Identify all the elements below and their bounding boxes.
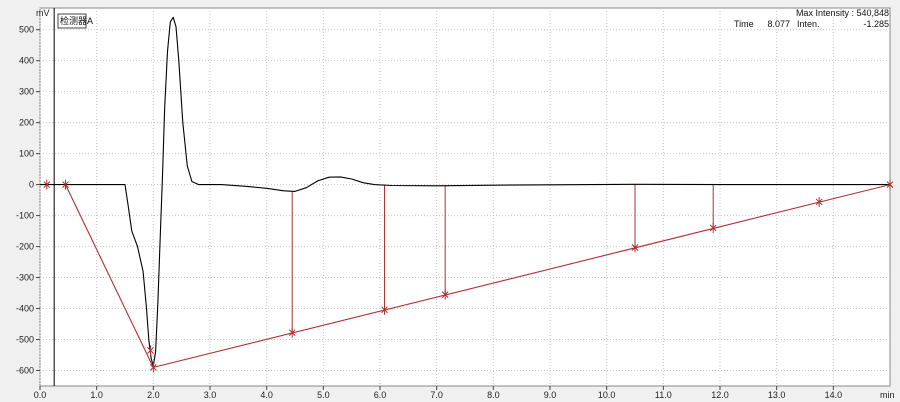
x-tick-label: 6.0 [374,390,387,400]
chromatogram-chart: 500 400 300 200 100 0 -100 -200 -300 -400 -500 -600… [16,7,895,400]
max-intensity-label: Max Intensity : 540,848 [796,8,889,18]
y-tick-label: 300 [19,87,34,97]
time-value: 8.077 [767,19,790,29]
y-tick-label: -500 [16,335,34,345]
inten-label: Inten. [797,19,820,29]
y-tick-label: -300 [16,273,34,283]
x-tick-label: 10.0 [598,390,616,400]
x-tick-label: 9.0 [544,390,557,400]
x-tick-label: 8.0 [487,390,500,400]
x-tick-label: 2.0 [147,390,160,400]
x-axis-unit: min [880,390,895,400]
x-tick-label: 3.0 [204,390,217,400]
y-tick-label: 400 [19,56,34,66]
y-axis-unit: mV [36,8,50,18]
x-tick-label: 12.0 [711,390,729,400]
detector-label: 检测器A [60,15,93,26]
y-tick-label: 500 [19,25,34,35]
plot-background [39,7,891,387]
x-tick-label: 1.0 [90,390,103,400]
x-tick-label: 11.0 [655,390,672,400]
y-tick-label: -600 [16,366,34,376]
time-label: Time [734,19,754,29]
x-tick-label: 14.0 [825,390,843,400]
y-tick-label: -200 [16,242,34,252]
inten-value: -1.285 [863,19,889,29]
x-tick-label: 4.0 [260,390,273,400]
y-tick-label: 200 [19,118,34,128]
y-axis-ticks: 500 400 300 200 100 0 -100 -200 -300 -400 -500 -600 [16,25,40,376]
y-tick-label: 100 [19,149,34,159]
x-tick-label: 7.0 [430,390,443,400]
x-tick-label: 13.0 [768,390,786,400]
x-tick-label: 5.0 [317,390,330,400]
x-tick-label: 0.0 [34,390,47,400]
y-tick-label: -100 [16,211,34,221]
x-axis-ticks: 0.0 1.0 2.0 3.0 4.0 5.0 6.0 7.0 8.0 9.0 10.0 11.0 12… [34,386,842,400]
y-tick-label: 0 [29,180,34,190]
y-tick-label: -400 [16,304,34,314]
